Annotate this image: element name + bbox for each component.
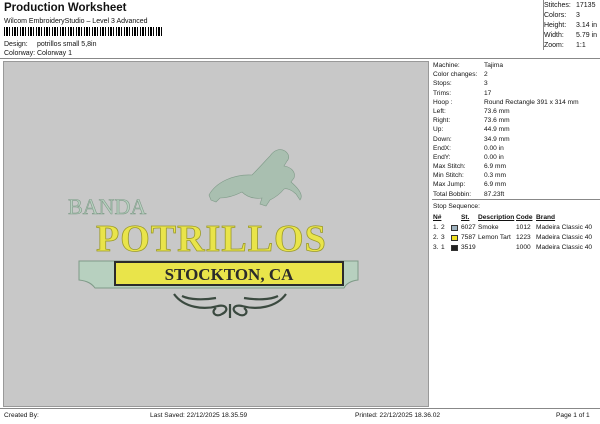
row-desc: Lemon Tart (478, 234, 511, 241)
row-index: 1. (433, 224, 439, 231)
info-key: Trims: (433, 89, 452, 97)
color-swatch (451, 245, 458, 251)
horse-icon (208, 149, 302, 207)
info-key: Left: (433, 107, 446, 115)
row-index: 2. (433, 234, 439, 241)
row-st: 3519 (461, 244, 476, 251)
created-by: Created By: (4, 412, 39, 419)
info-value: 17 (484, 89, 492, 97)
info-value: 44.9 mm (484, 126, 510, 134)
design-value: potrillos small 5,8in (36, 41, 97, 48)
row-brand: Madeira Classic 40 (536, 244, 593, 251)
row-stop: 1 (441, 244, 445, 251)
info-divider (432, 199, 600, 200)
col-n: N# (433, 214, 442, 221)
info-key: Machine: (433, 62, 460, 69)
design-label: Design: (4, 41, 28, 48)
colorway-value: Colorway 1 (36, 50, 72, 57)
info-value: 6.9 mm (484, 163, 506, 171)
table-row: 1. 2 6027 Smoke 1012 Madeira Classic 40 (433, 223, 600, 233)
info-value: 73.6 mm (484, 107, 510, 115)
row-stop: 3 (441, 234, 445, 241)
summary-panel: Stitches: 17135 Colors: 3 Height: 3.14 in W… (544, 1, 600, 51)
summary-value: 5.79 in (576, 32, 598, 39)
info-value: 0.3 mm (484, 172, 506, 180)
info-value: Round Rectangle 391 x 314 mm (484, 98, 579, 106)
info-key: Down: (433, 135, 452, 143)
info-value: 87.23ft (484, 190, 505, 198)
design-artwork: BANDA POTRILLOS STOCKTON, CA (68, 149, 359, 318)
col-desc: Description (478, 214, 515, 221)
design-row: Design: potrillos small 5,8in (4, 41, 96, 48)
row-st: 7587 (461, 234, 476, 241)
row-st: 6027 (461, 224, 476, 231)
summary-key: Height: (544, 22, 567, 29)
row-stop: 2 (441, 224, 445, 231)
info-key: EndX: (433, 144, 451, 152)
info-value: Tajima (484, 62, 504, 69)
colorway-label: Colorway: (4, 50, 36, 57)
header-divider (0, 58, 600, 59)
row-code: 1000 (516, 244, 531, 251)
stockton-text: STOCKTON, CA (165, 265, 295, 284)
info-key: Right: (433, 117, 451, 125)
info-key: Hoop : (433, 98, 453, 106)
machine-info-panel: Machine: Tajima Color changes: 2 Stops: 3 T… (433, 61, 600, 199)
table-header: N# St. Description Code Brand (433, 213, 600, 223)
barcode (4, 27, 164, 36)
info-value: 0.00 in (484, 153, 504, 161)
table-row: 3. 1 3519 1000 Madeira Classic 40 (433, 243, 600, 253)
printed-date: Printed: 22/12/2025 18.36.02 (355, 412, 441, 419)
col-code: Code (516, 214, 533, 221)
row-brand: Madeira Classic 40 (536, 224, 593, 231)
row-desc (478, 243, 516, 253)
color-swatch (451, 235, 458, 241)
info-value: 0.00 in (484, 144, 504, 152)
info-key: Max Stitch: (433, 163, 466, 171)
page-number: Page 1 of 1 (556, 412, 590, 419)
design-preview: BANDA POTRILLOS STOCKTON, CA (3, 61, 429, 407)
row-code: 1223 (516, 234, 531, 241)
row-code: 1012 (516, 224, 531, 231)
summary-value: 1:1 (576, 42, 586, 49)
stop-sequence-title: Stop Sequence: (433, 203, 480, 210)
last-saved: Last Saved: 22/12/2025 18.35.59 (150, 412, 248, 419)
summary-key: Width: (544, 32, 564, 39)
col-st: St. (461, 214, 470, 221)
summary-value: 3 (576, 12, 580, 19)
banda-text: BANDA (68, 194, 146, 219)
software-name: Wilcom EmbroideryStudio – Level 3 Advanc… (4, 18, 148, 25)
summary-value: 17135 (576, 2, 596, 9)
stop-sequence-table: N# St. Description Code Brand 1. 2 6027 … (433, 213, 600, 253)
info-key: Color changes: (433, 71, 478, 79)
info-value: 3 (484, 80, 488, 88)
col-brand: Brand (536, 214, 556, 221)
row-index: 3. (433, 244, 439, 251)
info-key: Max Jump: (433, 181, 466, 189)
row-desc: Smoke (478, 224, 499, 231)
summary-key: Colors: (544, 12, 567, 19)
page-title: Production Worksheet (4, 2, 127, 14)
potrillos-text: POTRILLOS (96, 218, 327, 260)
summary-value: 3.14 in (576, 22, 598, 29)
ornament-scroll-icon (173, 293, 287, 318)
info-key: Min Stitch: (433, 172, 464, 180)
color-swatch (451, 225, 458, 231)
info-key: EndY: (433, 153, 451, 161)
colorway-row: Colorway: Colorway 1 (4, 50, 72, 57)
footer-divider (0, 408, 600, 409)
summary-key: Zoom: (544, 42, 564, 49)
info-value: 6.9 mm (484, 181, 506, 189)
summary-key: Stitches: (544, 2, 571, 9)
info-key: Up: (433, 126, 444, 134)
info-value: 2 (484, 71, 488, 79)
info-key: Total Bobbin: (433, 190, 472, 198)
table-row: 2. 3 7587 Lemon Tart 1223 Madeira Classi… (433, 233, 600, 243)
row-brand: Madeira Classic 40 (536, 234, 593, 241)
info-key: Stops: (433, 80, 452, 88)
info-value: 34.9 mm (484, 135, 510, 143)
info-value: 73.6 mm (484, 117, 510, 125)
